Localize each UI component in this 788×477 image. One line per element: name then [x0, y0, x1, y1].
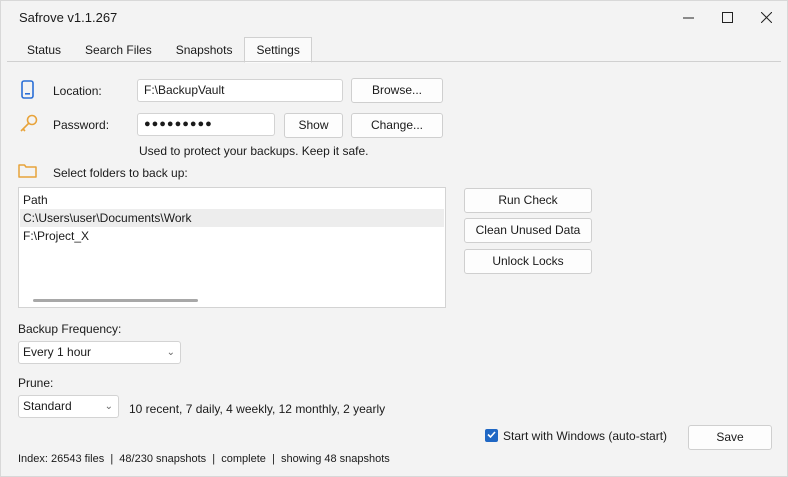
change-password-button[interactable]: Change... — [351, 113, 443, 138]
window-title: Safrove v1.1.267 — [19, 10, 118, 25]
prune-select[interactable]: Standard ⌄ — [18, 395, 119, 418]
autostart-label[interactable]: Start with Windows (auto-start) — [503, 429, 667, 443]
maximize-button[interactable] — [707, 1, 747, 33]
folder-list-item[interactable]: F:\Project_X — [20, 227, 444, 245]
chevron-down-icon: ⌄ — [166, 347, 175, 358]
phone-storage-icon — [21, 80, 35, 102]
minimize-icon — [682, 17, 694, 18]
location-field[interactable]: F:\BackupVault — [137, 79, 343, 102]
tab-search-files[interactable]: Search Files — [73, 37, 164, 63]
password-label: Password: — [53, 118, 110, 132]
folder-list[interactable]: Path C:\Users\user\Documents\Work F:\Pro… — [18, 187, 446, 308]
prune-description: 10 recent, 7 daily, 4 weekly, 12 monthly… — [129, 402, 386, 416]
clean-unused-data-button[interactable]: Clean Unused Data — [464, 218, 592, 243]
tab-status[interactable]: Status — [15, 37, 73, 63]
password-field[interactable]: ●●●●●●●●● — [137, 113, 275, 136]
tab-settings[interactable]: Settings — [244, 37, 312, 63]
check-icon — [487, 431, 496, 439]
prune-label: Prune: — [18, 376, 54, 390]
path-column-header[interactable]: Path — [23, 193, 48, 207]
folders-label: Select folders to back up: — [53, 166, 188, 180]
autostart-checkbox[interactable] — [485, 429, 498, 442]
save-button[interactable]: Save — [688, 425, 772, 450]
show-password-button[interactable]: Show — [284, 113, 343, 138]
horizontal-scrollbar[interactable] — [33, 299, 198, 302]
prune-value: Standard — [23, 399, 72, 413]
tab-snapshots[interactable]: Snapshots — [164, 37, 245, 63]
status-bar: Index: 26543 files | 48/230 snapshots | … — [18, 453, 390, 465]
maximize-icon — [721, 11, 733, 23]
unlock-locks-button[interactable]: Unlock Locks — [464, 249, 592, 274]
key-icon — [19, 114, 39, 135]
password-hint: Used to protect your backups. Keep it sa… — [139, 144, 369, 158]
frequency-select[interactable]: Every 1 hour ⌄ — [18, 341, 181, 364]
folder-list-item[interactable]: C:\Users\user\Documents\Work — [20, 209, 444, 227]
close-button[interactable] — [746, 1, 786, 33]
frequency-value: Every 1 hour — [23, 345, 92, 359]
location-label: Location: — [53, 84, 102, 98]
close-icon — [760, 11, 772, 23]
run-check-button[interactable]: Run Check — [464, 188, 592, 213]
app-window: Safrove v1.1.267 Status Search Files Sna… — [0, 0, 788, 477]
tab-bar: Status Search Files Snapshots Settings — [15, 37, 312, 63]
frequency-label: Backup Frequency: — [18, 322, 122, 336]
browse-button[interactable]: Browse... — [351, 78, 443, 103]
chevron-down-icon: ⌄ — [104, 401, 113, 412]
folder-icon — [18, 163, 37, 182]
title-bar: Safrove v1.1.267 — [1, 1, 787, 35]
minimize-button[interactable] — [668, 1, 708, 33]
